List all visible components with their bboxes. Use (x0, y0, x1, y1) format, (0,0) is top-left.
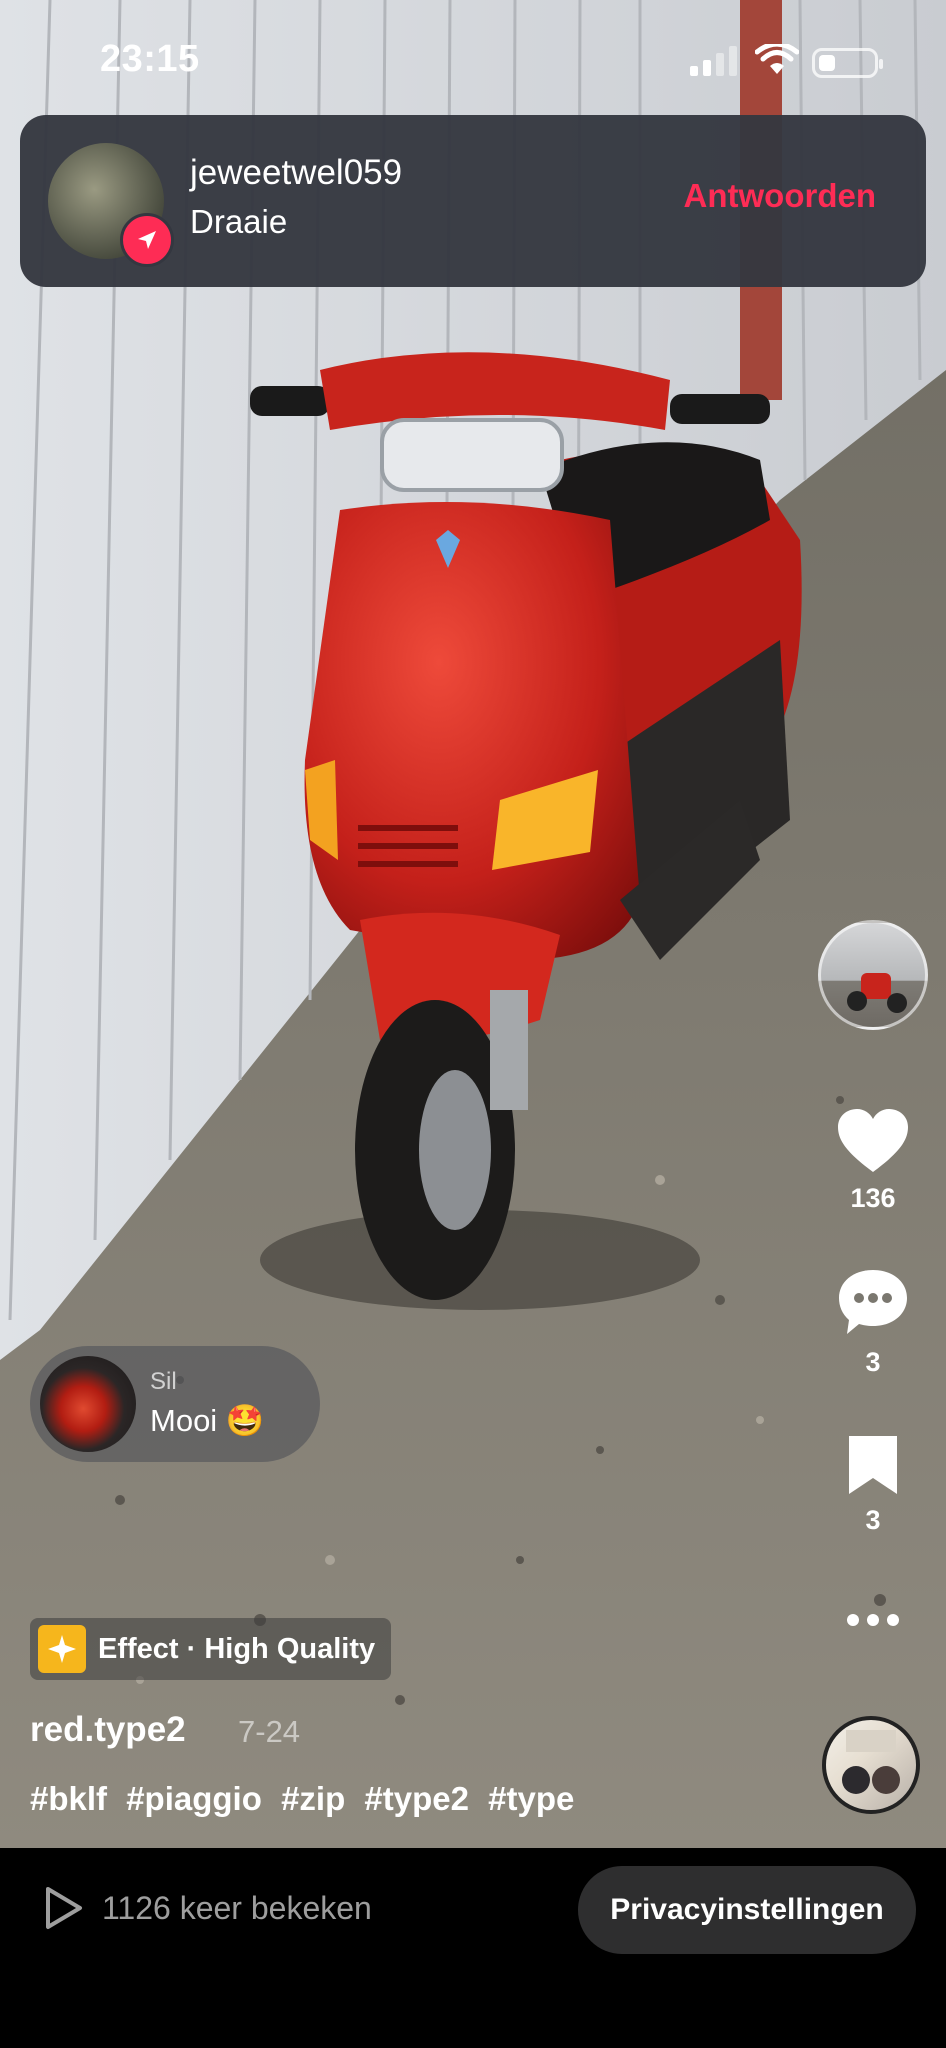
bookmark-count: 3 (865, 1505, 881, 1535)
play-icon (46, 1887, 82, 1929)
reply-button[interactable]: Antwoorden (684, 177, 876, 215)
comment-count: 3 (865, 1347, 881, 1377)
hashtag[interactable]: #type2 (364, 1780, 469, 1817)
notification-username: jeweetwel059 (190, 153, 403, 192)
hashtag[interactable]: #zip (281, 1780, 345, 1817)
view-count: 1126 keer bekeken (44, 1886, 372, 1930)
effect-label: Effect · High Quality (98, 1632, 376, 1665)
hashtag[interactable]: #type (488, 1780, 574, 1817)
privacy-settings-button[interactable]: Privacyinstellingen (578, 1866, 916, 1954)
message-notification[interactable]: jeweetwel059 Draaie Antwoorden (20, 115, 926, 287)
post-author[interactable]: red.type2 (30, 1710, 186, 1750)
battery-icon (812, 48, 883, 78)
effect-sparkle-icon (38, 1625, 86, 1673)
comment-avatar (40, 1356, 136, 1452)
status-time: 23:15 (100, 38, 200, 80)
more-icon (847, 1614, 899, 1626)
heart-icon (838, 1109, 908, 1172)
comment-icon (839, 1270, 907, 1334)
comment-bubble[interactable]: Sil Mooi 🤩 (30, 1346, 320, 1462)
like-count: 136 (850, 1183, 896, 1213)
reply-arrow-icon (120, 213, 174, 267)
post-date: 7-24 (238, 1714, 301, 1749)
view-count-label: 1126 keer bekeken (102, 1889, 372, 1926)
wifi-icon (755, 44, 799, 74)
bottom-bar: 1126 keer bekeken Privacyinstellingen (0, 1848, 946, 2048)
bookmark-button[interactable]: 3 (818, 1434, 928, 1536)
comment-button[interactable]: 3 (818, 1268, 928, 1378)
status-bar: 23:15 (0, 0, 946, 120)
effect-tag[interactable]: Effect · High Quality (30, 1618, 392, 1680)
battery-level (819, 55, 835, 71)
hashtag[interactable]: #bklf (30, 1780, 107, 1817)
like-button[interactable]: 136 (818, 1108, 928, 1214)
comment-text: Mooi 🤩 (150, 1403, 265, 1438)
creator-avatar[interactable] (818, 920, 928, 1030)
hashtag[interactable]: #piaggio (126, 1780, 262, 1817)
music-disc[interactable] (822, 1716, 920, 1814)
signal-icon (690, 46, 737, 76)
more-button[interactable] (818, 1610, 928, 1635)
post-caption: #bklf #piaggio #zip #type2 #type (30, 1780, 584, 1818)
notification-message: Draaie (190, 203, 288, 240)
bookmark-icon (849, 1436, 897, 1494)
comment-username: Sil (150, 1368, 177, 1395)
